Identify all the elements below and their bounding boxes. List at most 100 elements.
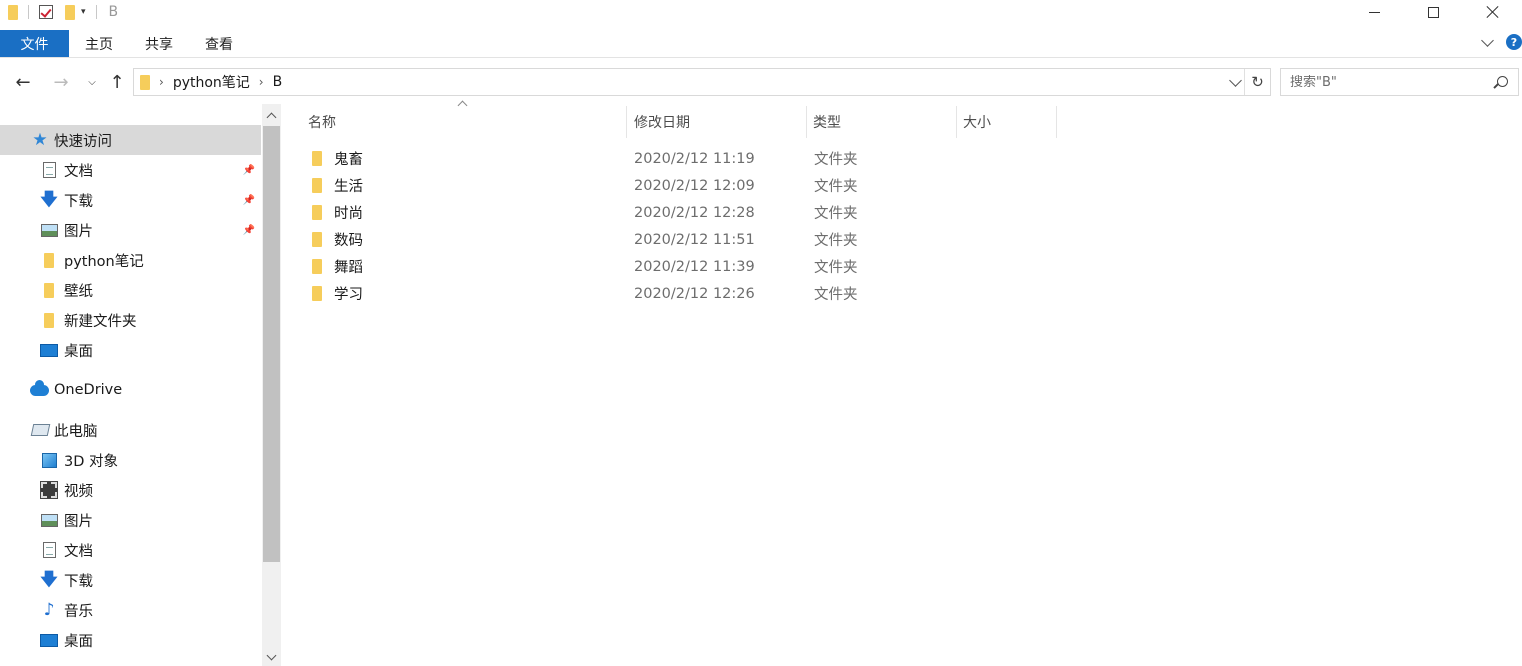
quick-access-toolbar: ▾ B [0, 0, 118, 24]
sidebar-item-wallpaper[interactable]: 壁纸 [0, 275, 261, 305]
back-button[interactable]: ← [12, 70, 34, 94]
address-bar[interactable]: › python笔记 › B ↻ [133, 68, 1271, 96]
sidebar-item-label: 新建文件夹 [64, 313, 137, 330]
title-bar: ▾ B [0, 0, 1522, 24]
sidebar-item-3d-objects[interactable]: 3D 对象 [0, 445, 261, 475]
table-row[interactable]: 学习 2020/2/12 12:26 文件夹 [304, 280, 904, 307]
desktop-icon [40, 633, 58, 647]
up-button[interactable]: ↑ [106, 70, 128, 94]
properties-icon[interactable] [39, 5, 53, 19]
sidebar-item-music[interactable]: ♪ 音乐 [0, 595, 261, 625]
sidebar-item-label: 快速访问 [54, 133, 112, 150]
sidebar-item-label: 壁纸 [64, 283, 93, 300]
table-row[interactable]: 舞蹈 2020/2/12 11:39 文件夹 [304, 253, 904, 280]
file-type: 文件夹 [814, 287, 858, 303]
file-name: 生活 [334, 179, 363, 195]
file-list: 名称 修改日期 类型 大小 鬼畜 2020/2/12 11:19 文件夹 生活 … [284, 100, 1522, 666]
search-icon[interactable] [1497, 76, 1508, 87]
file-date: 2020/2/12 12:28 [634, 204, 755, 221]
folder-icon [312, 259, 322, 274]
tab-view[interactable]: 查看 [189, 30, 249, 57]
sidebar-item-videos[interactable]: 视频 [0, 475, 261, 505]
chevron-down-icon: ⌵ [88, 76, 96, 88]
scrollbar-thumb[interactable] [263, 126, 280, 562]
sidebar-item-pc-downloads[interactable]: 🡇 下载 [0, 565, 261, 595]
tab-share[interactable]: 共享 [129, 30, 189, 57]
breadcrumb-current[interactable]: B [273, 74, 283, 90]
sidebar-item-pc-documents[interactable]: 文档 [0, 535, 261, 565]
folder-icon[interactable] [8, 4, 18, 20]
maximize-icon [1428, 6, 1439, 18]
sidebar-item-desktop[interactable]: 桌面 [0, 335, 261, 365]
address-dropdown-icon[interactable] [1229, 74, 1242, 87]
file-type: 文件夹 [814, 152, 858, 168]
file-date: 2020/2/12 12:09 [634, 177, 755, 194]
expand-ribbon-icon[interactable] [1481, 33, 1494, 47]
breadcrumb-chevron-icon[interactable]: › [159, 75, 164, 89]
table-row[interactable]: 数码 2020/2/12 11:51 文件夹 [304, 226, 904, 253]
breadcrumb-chevron-icon[interactable]: › [259, 75, 264, 89]
download-icon: 🡇 [40, 189, 58, 210]
sidebar-scrollbar[interactable] [262, 104, 281, 666]
tab-home[interactable]: 主页 [69, 30, 129, 57]
table-row[interactable]: 生活 2020/2/12 12:09 文件夹 [304, 172, 904, 199]
sidebar-item-new-folder[interactable]: 新建文件夹 [0, 305, 261, 335]
help-icon[interactable]: ? [1506, 34, 1522, 50]
tab-file[interactable]: 文件 [0, 30, 69, 57]
pin-icon[interactable]: 📌 [243, 195, 255, 206]
search-input[interactable] [1290, 74, 1480, 90]
arrow-left-icon: ← [15, 71, 31, 93]
file-date: 2020/2/12 11:39 [634, 258, 755, 275]
sidebar-item-label: OneDrive [54, 382, 123, 398]
pin-icon[interactable]: 📌 [243, 225, 255, 236]
table-row[interactable]: 鬼畜 2020/2/12 11:19 文件夹 [304, 145, 904, 172]
recent-locations-button[interactable]: ⌵ [85, 70, 99, 94]
sidebar-item-label: 文档 [64, 543, 93, 560]
breadcrumb-python-notes[interactable]: python笔记 [173, 72, 250, 92]
sidebar-item-label: 图片 [64, 223, 93, 240]
scroll-up-button[interactable] [262, 106, 281, 124]
sidebar-item-label: 视频 [64, 483, 93, 500]
close-button[interactable] [1463, 0, 1522, 24]
sidebar-item-pc-pictures[interactable]: 图片 [0, 505, 261, 535]
window-title: B [108, 4, 119, 20]
sidebar-item-quick-access[interactable]: ★ 快速访问 [0, 125, 261, 155]
scroll-down-button[interactable] [262, 648, 281, 666]
file-name: 鬼畜 [334, 152, 363, 168]
navigation-bar: ← → ⌵ ↑ › python笔记 › B ↻ [0, 66, 1522, 98]
maximize-button[interactable] [1404, 0, 1463, 24]
folder-icon [312, 286, 322, 301]
sidebar-item-onedrive[interactable]: OneDrive [0, 375, 261, 405]
column-header-date-modified[interactable]: 修改日期 [628, 106, 807, 138]
sidebar-item-documents[interactable]: 文档 📌 [0, 155, 261, 185]
search-box[interactable] [1280, 68, 1519, 96]
column-header-size[interactable]: 大小 [957, 106, 1057, 138]
document-icon [42, 162, 56, 178]
sidebar-item-this-pc[interactable]: 此电脑 [0, 415, 261, 445]
forward-button[interactable]: → [50, 70, 72, 94]
column-header-type[interactable]: 类型 [807, 106, 957, 138]
sidebar-item-pictures[interactable]: 图片 📌 [0, 215, 261, 245]
sidebar-item-downloads[interactable]: 🡇 下载 📌 [0, 185, 261, 215]
file-name: 时尚 [334, 206, 363, 222]
folder-icon [312, 178, 322, 193]
download-icon: 🡇 [40, 569, 58, 590]
pin-icon[interactable]: 📌 [243, 165, 255, 176]
sidebar-item-python-notes[interactable]: python笔记 [0, 245, 261, 275]
refresh-icon[interactable]: ↻ [1244, 69, 1270, 95]
file-type: 文件夹 [814, 206, 858, 222]
minimize-button[interactable] [1345, 0, 1404, 24]
folder-icon [312, 232, 322, 247]
file-type: 文件夹 [814, 233, 858, 249]
sidebar-item-label: 此电脑 [54, 423, 98, 440]
customize-dropdown-icon[interactable]: ▾ [81, 7, 86, 17]
sidebar-item-label: 桌面 [64, 633, 93, 650]
sidebar-item-pc-desktop[interactable]: 桌面 [0, 625, 261, 655]
table-row[interactable]: 时尚 2020/2/12 12:28 文件夹 [304, 199, 904, 226]
column-header-name[interactable]: 名称 [302, 106, 627, 138]
file-date: 2020/2/12 11:19 [634, 150, 755, 167]
picture-icon [40, 513, 58, 527]
folder-icon [312, 151, 322, 166]
file-date: 2020/2/12 11:51 [634, 231, 755, 248]
new-folder-icon[interactable] [65, 4, 75, 20]
